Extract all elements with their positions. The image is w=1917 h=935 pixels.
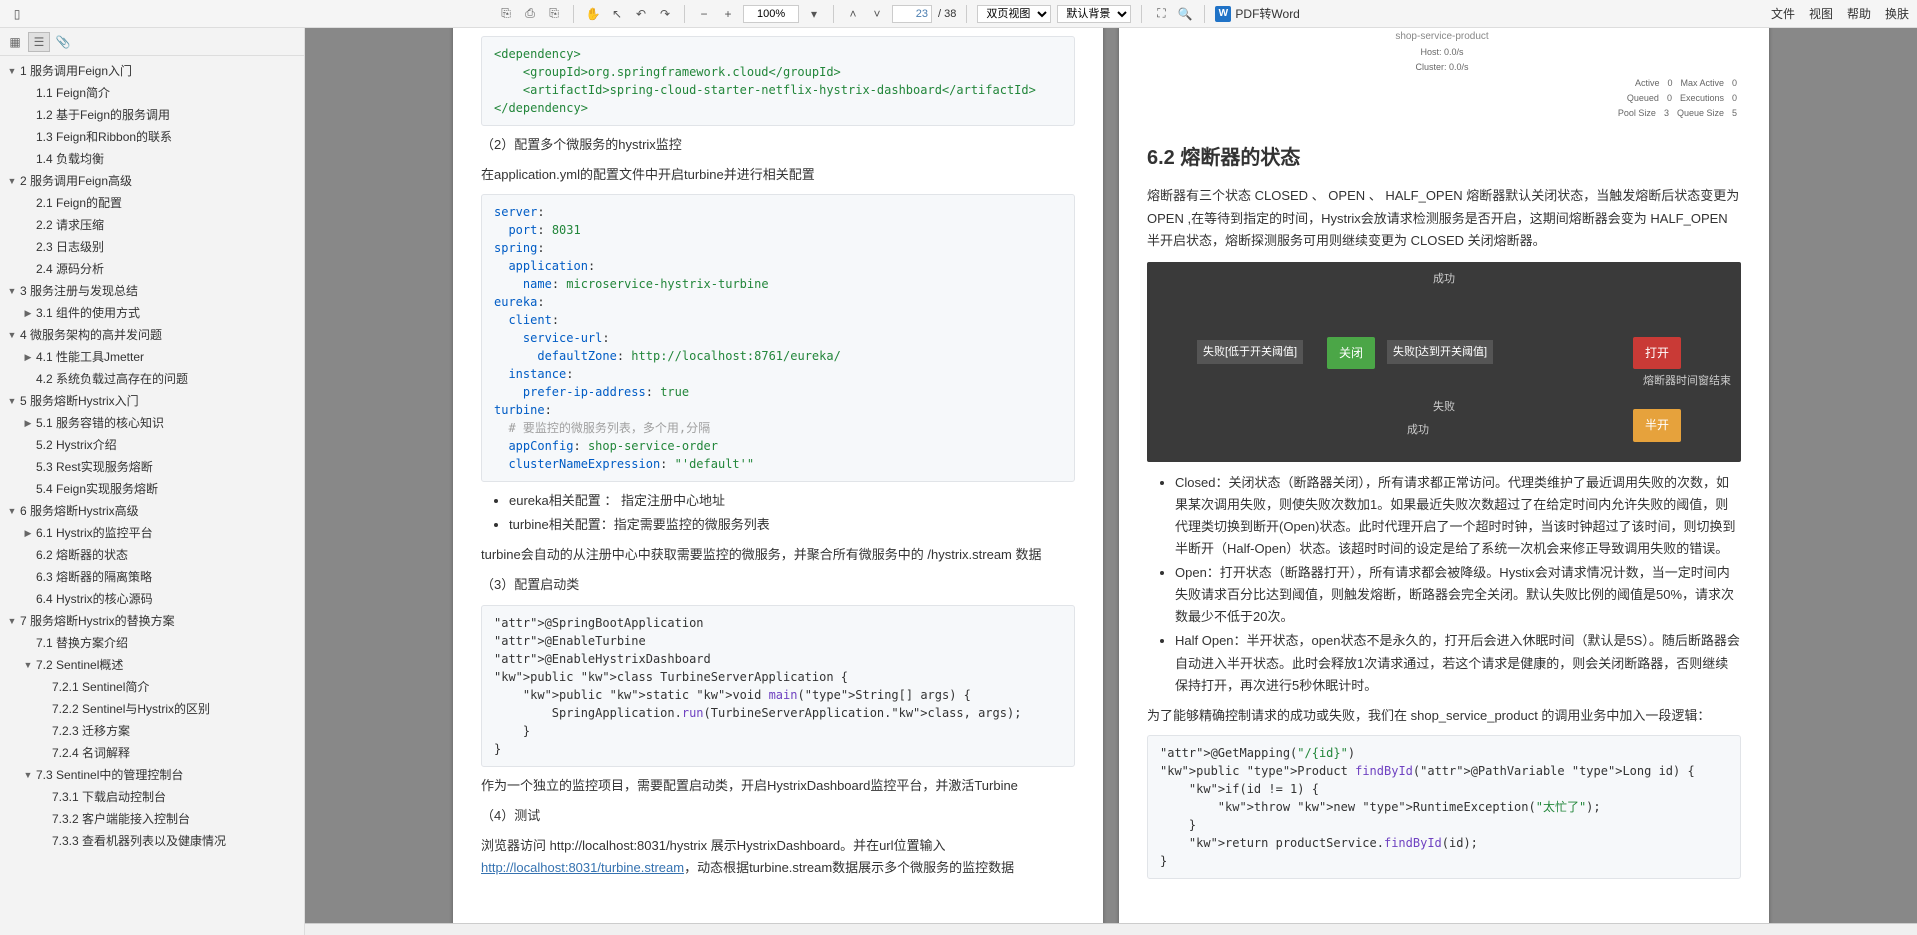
open-icon[interactable]: ⎘ <box>497 5 515 23</box>
rotate-cw-icon[interactable]: ↷ <box>656 5 674 23</box>
outline-item[interactable]: 1.3 Feign和Ribbon的联系 <box>0 126 304 148</box>
section-2-heading: （2）配置多个微服务的hystrix监控 <box>481 134 1075 156</box>
para-startup: 作为一个独立的监控项目，需要配置启动类，开启HystrixDashboard监控… <box>481 775 1075 797</box>
code-dependency: <dependency> <groupId>org.springframewor… <box>481 36 1075 126</box>
outline-item[interactable]: ▶4.1 性能工具Jmetter <box>0 346 304 368</box>
page-down-icon[interactable]: ˅ <box>868 5 886 23</box>
page-total: / 38 <box>938 8 956 20</box>
state-description-list: Closed：关闭状态（断路器关闭），所有请求都正常访问。代理类维护了最近调用失… <box>1175 472 1741 697</box>
outline-item[interactable]: ▼2 服务调用Feign高级 <box>0 170 304 192</box>
outline-item[interactable]: 6.3 熔断器的隔离策略 <box>0 566 304 588</box>
outline-item[interactable]: 7.2.4 名词解释 <box>0 742 304 764</box>
code-yml: server: port: 8031 spring: application: … <box>481 194 1075 482</box>
para-code-intro: 为了能够精确控制请求的成功或失败，我们在 shop_service_produc… <box>1147 705 1741 727</box>
outline-item[interactable]: 7.2.2 Sentinel与Hystrix的区别 <box>0 698 304 720</box>
state-open: 打开 <box>1633 337 1681 369</box>
zoom-out-icon[interactable]: − <box>695 5 713 23</box>
circuit-breaker-diagram: 成功 失败[低于开关阈值] 关闭 失败[达到开关阈值] 打开 熔断器时间窗结束 … <box>1147 262 1741 462</box>
outline-item[interactable]: ▶3.1 组件的使用方式 <box>0 302 304 324</box>
zoom-dropdown-icon[interactable]: ▾ <box>805 5 823 23</box>
state-half-open: 半开 <box>1633 409 1681 441</box>
outline-item[interactable]: ▶5.1 服务容错的核心知识 <box>0 412 304 434</box>
outline-tab-icon[interactable]: ☰ <box>28 32 50 52</box>
outline-item[interactable]: ▼6 服务熔断Hystrix高级 <box>0 500 304 522</box>
outline-item[interactable]: ▼1 服务调用Feign入门 <box>0 60 304 82</box>
para-states-intro: 熔断器有三个状态 CLOSED 、 OPEN 、 HALF_OPEN 熔断器默认… <box>1147 185 1741 251</box>
outline-panel: ▼1 服务调用Feign入门1.1 Feign简介1.2 基于Feign的服务调… <box>0 56 304 935</box>
para-test: 浏览器访问 http://localhost:8031/hystrix 展示Hy… <box>481 835 1075 879</box>
outline-item[interactable]: ▼7.3 Sentinel中的管理控制台 <box>0 764 304 786</box>
outline-item[interactable]: ▼4 微服务架构的高并发问题 <box>0 324 304 346</box>
outline-item[interactable]: 2.1 Feign的配置 <box>0 192 304 214</box>
outline-item[interactable]: 2.3 日志级别 <box>0 236 304 258</box>
page-up-icon[interactable]: ˄ <box>844 5 862 23</box>
document-viewport[interactable]: <dependency> <groupId>org.springframewor… <box>305 28 1917 935</box>
attachments-tab-icon[interactable]: 📎 <box>52 32 74 52</box>
para-yml-intro: 在application.yml的配置文件中开启turbine并进行相关配置 <box>481 164 1075 186</box>
outline-item[interactable]: 4.2 系统负载过高存在的问题 <box>0 368 304 390</box>
outline-item[interactable]: 7.1 替换方案介绍 <box>0 632 304 654</box>
spread-mode-select[interactable]: 双页视图 <box>977 5 1051 23</box>
horizontal-scrollbar[interactable] <box>305 923 1917 935</box>
code-controller: "attr">@GetMapping("/{id}") "kw">public … <box>1147 735 1741 879</box>
thumbnails-tab-icon[interactable]: ▦ <box>4 32 26 52</box>
select-tool-icon[interactable]: ↖ <box>608 5 626 23</box>
toolbar: ▯ ⎘ ⎙ ⎘ ✋ ↖ ↶ ↷ − + ▾ ˄ ˅ / 38 双页视图 默认背景… <box>0 0 1917 28</box>
para-turbine: turbine会自动的从注册中心中获取需要监控的微服务，并聚合所有微服务中的 /… <box>481 544 1075 566</box>
outline-item[interactable]: 2.2 请求压缩 <box>0 214 304 236</box>
rotate-ccw-icon[interactable]: ↶ <box>632 5 650 23</box>
outline-item[interactable]: 6.2 熔断器的状态 <box>0 544 304 566</box>
menu-skin[interactable]: 换肤 <box>1885 5 1909 22</box>
thread-pool-stats: shop-service-product Host: 0.0/s Cluster… <box>1147 28 1741 125</box>
outline-item[interactable]: 2.4 源码分析 <box>0 258 304 280</box>
outline-item[interactable]: 5.3 Rest实现服务熔断 <box>0 456 304 478</box>
pdf-to-word-button[interactable]: W PDF转Word <box>1215 5 1299 22</box>
save-icon[interactable]: ⎘ <box>545 5 563 23</box>
sidebar: ▦ ☰ 📎 ▼1 服务调用Feign入门1.1 Feign简介1.2 基于Fei… <box>0 28 305 935</box>
menu-help[interactable]: 帮助 <box>1847 5 1871 22</box>
outline-item[interactable]: 7.3.2 客户端能接入控制台 <box>0 808 304 830</box>
outline-item[interactable]: ▼7.2 Sentinel概述 <box>0 654 304 676</box>
zoom-in-icon[interactable]: + <box>719 5 737 23</box>
config-bullets: eureka相关配置 ： 指定注册中心地址turbine相关配置：指定需要监控的… <box>509 490 1075 536</box>
sidebar-toggle-icon[interactable]: ▯ <box>8 5 26 23</box>
state-closed: 关闭 <box>1327 337 1375 369</box>
outline-item[interactable]: ▼3 服务注册与发现总结 <box>0 280 304 302</box>
outline-item[interactable]: ▼7 服务熔断Hystrix的替换方案 <box>0 610 304 632</box>
outline-item[interactable]: ▶6.1 Hystrix的监控平台 <box>0 522 304 544</box>
outline-item[interactable]: 1.2 基于Feign的服务调用 <box>0 104 304 126</box>
outline-item[interactable]: 7.3.1 下载启动控制台 <box>0 786 304 808</box>
outline-item[interactable]: 5.4 Feign实现服务熔断 <box>0 478 304 500</box>
search-icon[interactable]: 🔍 <box>1176 5 1194 23</box>
menu-file[interactable]: 文件 <box>1771 5 1795 22</box>
zoom-input[interactable] <box>743 5 799 23</box>
outline-item[interactable]: 1.4 负载均衡 <box>0 148 304 170</box>
background-mode-select[interactable]: 默认背景 <box>1057 5 1131 23</box>
section-4-heading: （4）测试 <box>481 805 1075 827</box>
outline-item[interactable]: 6.4 Hystrix的核心源码 <box>0 588 304 610</box>
page-23: <dependency> <groupId>org.springframewor… <box>453 28 1103 935</box>
section-6-2-heading: 6.2 熔断器的状态 <box>1147 141 1741 175</box>
word-icon: W <box>1215 6 1231 22</box>
outline-item[interactable]: ▼5 服务熔断Hystrix入门 <box>0 390 304 412</box>
page-number-input[interactable] <box>892 5 932 23</box>
outline-item[interactable]: 7.3.3 查看机器列表以及健康情况 <box>0 830 304 852</box>
page-24: shop-service-product Host: 0.0/s Cluster… <box>1119 28 1769 935</box>
outline-item[interactable]: 5.2 Hystrix介绍 <box>0 434 304 456</box>
section-3-heading: （3）配置启动类 <box>481 574 1075 596</box>
hand-tool-icon[interactable]: ✋ <box>584 5 602 23</box>
outline-item[interactable]: 1.1 Feign简介 <box>0 82 304 104</box>
outline-item[interactable]: 7.2.1 Sentinel简介 <box>0 676 304 698</box>
code-java-main: "attr">@SpringBootApplication "attr">@En… <box>481 605 1075 767</box>
print-icon[interactable]: ⎙ <box>521 5 539 23</box>
outline-item[interactable]: 7.2.3 迁移方案 <box>0 720 304 742</box>
fullscreen-icon[interactable]: ⛶ <box>1152 5 1170 23</box>
menu-view[interactable]: 视图 <box>1809 5 1833 22</box>
turbine-stream-link[interactable]: http://localhost:8031/turbine.stream <box>481 860 684 875</box>
